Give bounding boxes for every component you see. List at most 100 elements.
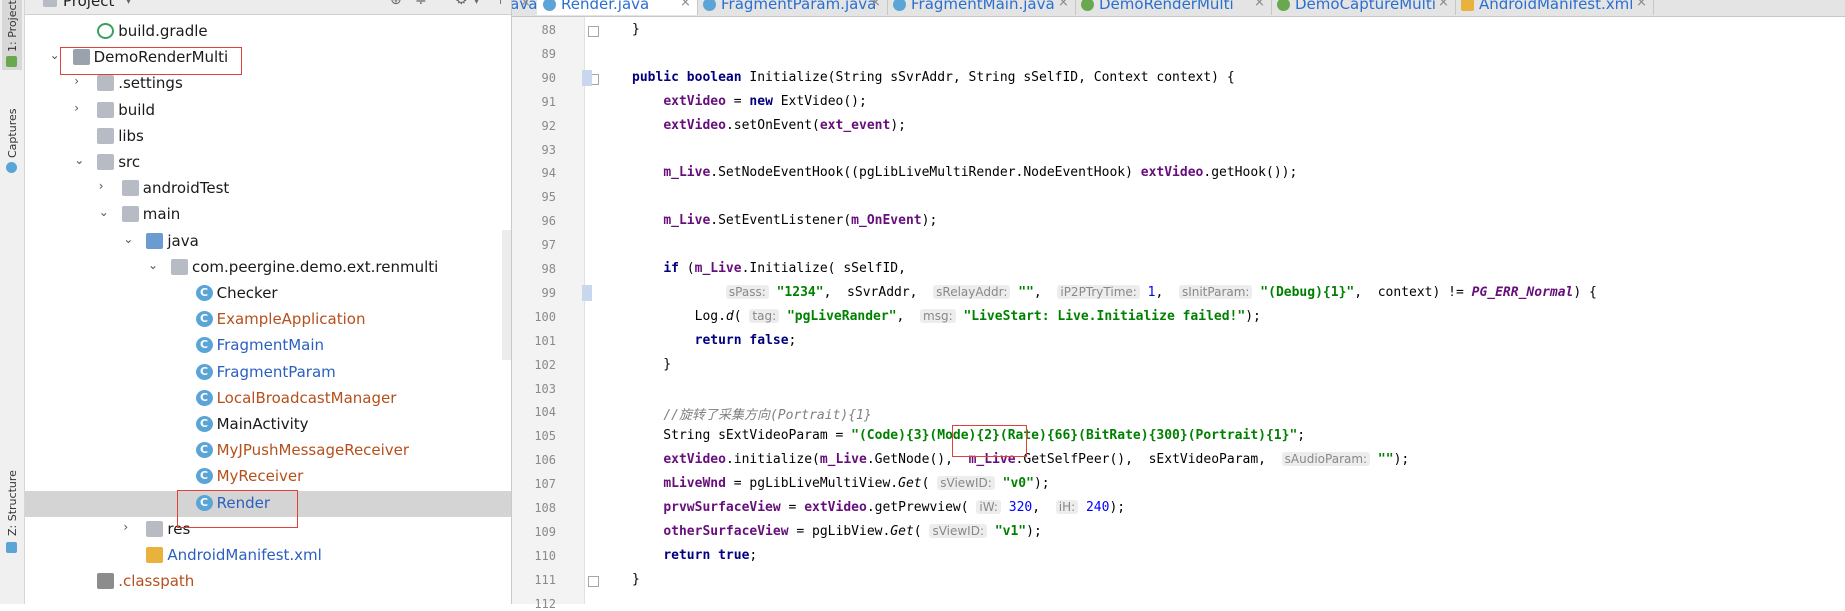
code-token: );: [1245, 308, 1261, 324]
code-token: extVideo: [804, 500, 867, 515]
tool-tab-structure[interactable]: Z: Structure: [2, 450, 22, 554]
code-token: "pgLiveRander": [786, 308, 897, 324]
tool-tab-project-label: 1: Project: [6, 0, 19, 52]
chevron-right-icon[interactable]: ›: [123, 521, 133, 533]
code-token: Get: [898, 476, 922, 492]
tree-row[interactable]: C MyJPushMessageReceiver: [25, 438, 511, 464]
editor-tab[interactable]: java×: [512, 0, 538, 15]
tree-row-label: .classpath: [118, 572, 195, 591]
code-line: return false;: [632, 333, 797, 348]
captures-icon: [6, 162, 17, 173]
parameter-hint: sRelayAddr:: [933, 284, 1011, 299]
fold-marker-icon[interactable]: [588, 575, 599, 587]
line-number: 89: [541, 46, 556, 61]
close-icon[interactable]: ×: [520, 0, 531, 10]
tree-row[interactable]: ⌄ com.peergine.demo.ext.renmulti: [25, 255, 511, 281]
tree-row[interactable]: C LocalBroadcastManager: [25, 386, 511, 412]
tree-row[interactable]: C FragmentParam: [25, 360, 511, 386]
code-token: .SetNodeEventHook((pgLibLiveMultiRender.…: [710, 165, 1141, 181]
tree-row[interactable]: C FragmentMain: [25, 333, 511, 359]
editor-tab[interactable]: FragmentMain.java ×: [887, 0, 1076, 15]
line-number: 104: [534, 405, 556, 420]
tree-scrollbar[interactable]: [502, 230, 511, 360]
close-icon[interactable]: ×: [1636, 0, 1647, 10]
close-icon[interactable]: ×: [870, 0, 881, 10]
editor-tab[interactable]: FragmentParam.java ×: [697, 0, 888, 15]
tree-row-label: MyReceiver: [216, 467, 304, 486]
code-token: ;: [749, 547, 758, 563]
editor-tab[interactable]: Render.java ×: [537, 0, 698, 15]
code-token: .Initialize( sSelfID,: [741, 261, 906, 276]
code-token: return true: [663, 547, 750, 563]
code-line: public boolean Initialize(String sSvrAdd…: [632, 70, 1235, 85]
tree-row[interactable]: C MainActivity: [25, 412, 511, 438]
view-dropdown-icon[interactable]: ▾: [125, 0, 132, 8]
code-token: extVideo: [663, 452, 726, 468]
code-token: otherSurfaceView: [663, 523, 789, 539]
code-token: (: [921, 476, 938, 492]
tree-row[interactable]: ⌄ src: [25, 150, 511, 176]
chevron-down-icon[interactable]: ⌄: [148, 259, 158, 271]
chevron-right-icon[interactable]: ›: [74, 102, 84, 114]
tree-row-label: libs: [118, 126, 144, 145]
code-token: "": [1377, 452, 1394, 468]
project-folder-icon: [43, 0, 57, 7]
editor-tab[interactable]: DemoRenderMulti ×: [1075, 0, 1272, 15]
tree-row[interactable]: ⌄ main: [25, 202, 511, 228]
line-number: 95: [541, 190, 556, 205]
line-number: 100: [534, 309, 556, 324]
tool-tab-captures-label: Captures: [6, 108, 19, 158]
code-line: return true;: [632, 548, 757, 563]
tree-row[interactable]: › androidTest: [25, 176, 511, 202]
code-token: extVideo: [663, 117, 726, 133]
chevron-down-icon[interactable]: ⌄: [50, 49, 60, 61]
close-icon[interactable]: ×: [680, 0, 691, 10]
class-icon: [543, 0, 556, 11]
chevron-right-icon[interactable]: ›: [74, 75, 84, 87]
chevron-down-icon[interactable]: ⌄: [123, 233, 133, 245]
fold-marker-icon[interactable]: [588, 26, 599, 37]
locate-icon[interactable]: ⊕: [390, 0, 402, 8]
tree-row[interactable]: build.gradle: [25, 19, 511, 45]
code-area[interactable]: } public boolean Initialize(String sSvrAd…: [632, 17, 1732, 604]
chevron-right-icon[interactable]: ›: [99, 180, 109, 192]
tool-tab-captures[interactable]: Captures: [2, 96, 22, 176]
editor-tab[interactable]: AndroidManifest.xml ×: [1455, 0, 1654, 15]
code-token: .SetEventListener(: [710, 213, 852, 229]
tree-row[interactable]: ⌄ java: [25, 229, 511, 255]
project-icon: [6, 56, 17, 67]
collapse-all-icon[interactable]: ≑: [415, 0, 427, 8]
tree-row[interactable]: C ExampleApplication: [25, 307, 511, 333]
tree-row[interactable]: › .settings: [25, 71, 511, 97]
tree-row[interactable]: › build: [25, 98, 511, 124]
code-token: =: [725, 93, 750, 109]
tree-row[interactable]: AndroidManifest.xml: [25, 543, 511, 569]
file-icon: [97, 573, 115, 590]
gradle-icon: [97, 23, 115, 39]
code-token: ,: [896, 308, 921, 324]
line-number: 88: [541, 23, 556, 37]
tool-tab-project[interactable]: 1: Project: [2, 0, 22, 70]
code-token: (: [686, 261, 695, 276]
close-icon[interactable]: ×: [1058, 0, 1069, 10]
tree-row[interactable]: C Checker: [25, 281, 511, 307]
annotation-box-render: [177, 490, 298, 528]
tree-row[interactable]: libs: [25, 124, 511, 150]
gear-icon[interactable]: ⚙: [455, 0, 468, 8]
tree-row[interactable]: C MyReceiver: [25, 464, 511, 490]
class-icon: [703, 0, 716, 11]
close-icon[interactable]: ×: [1438, 0, 1449, 10]
chevron-down-icon[interactable]: ⌄: [99, 206, 109, 218]
tree-row[interactable]: .classpath: [25, 569, 511, 595]
chevron-down-icon[interactable]: ⌄: [74, 154, 84, 166]
chevron-down-icon[interactable]: ▾: [473, 0, 480, 8]
hide-panel-icon[interactable]: ⊣: [490, 0, 502, 8]
close-icon[interactable]: ×: [1254, 0, 1265, 10]
editor-tab[interactable]: DemoCaptureMulti ×: [1271, 0, 1456, 15]
code-token: "1234": [776, 284, 824, 300]
tree-row-label: Checker: [216, 284, 278, 302]
